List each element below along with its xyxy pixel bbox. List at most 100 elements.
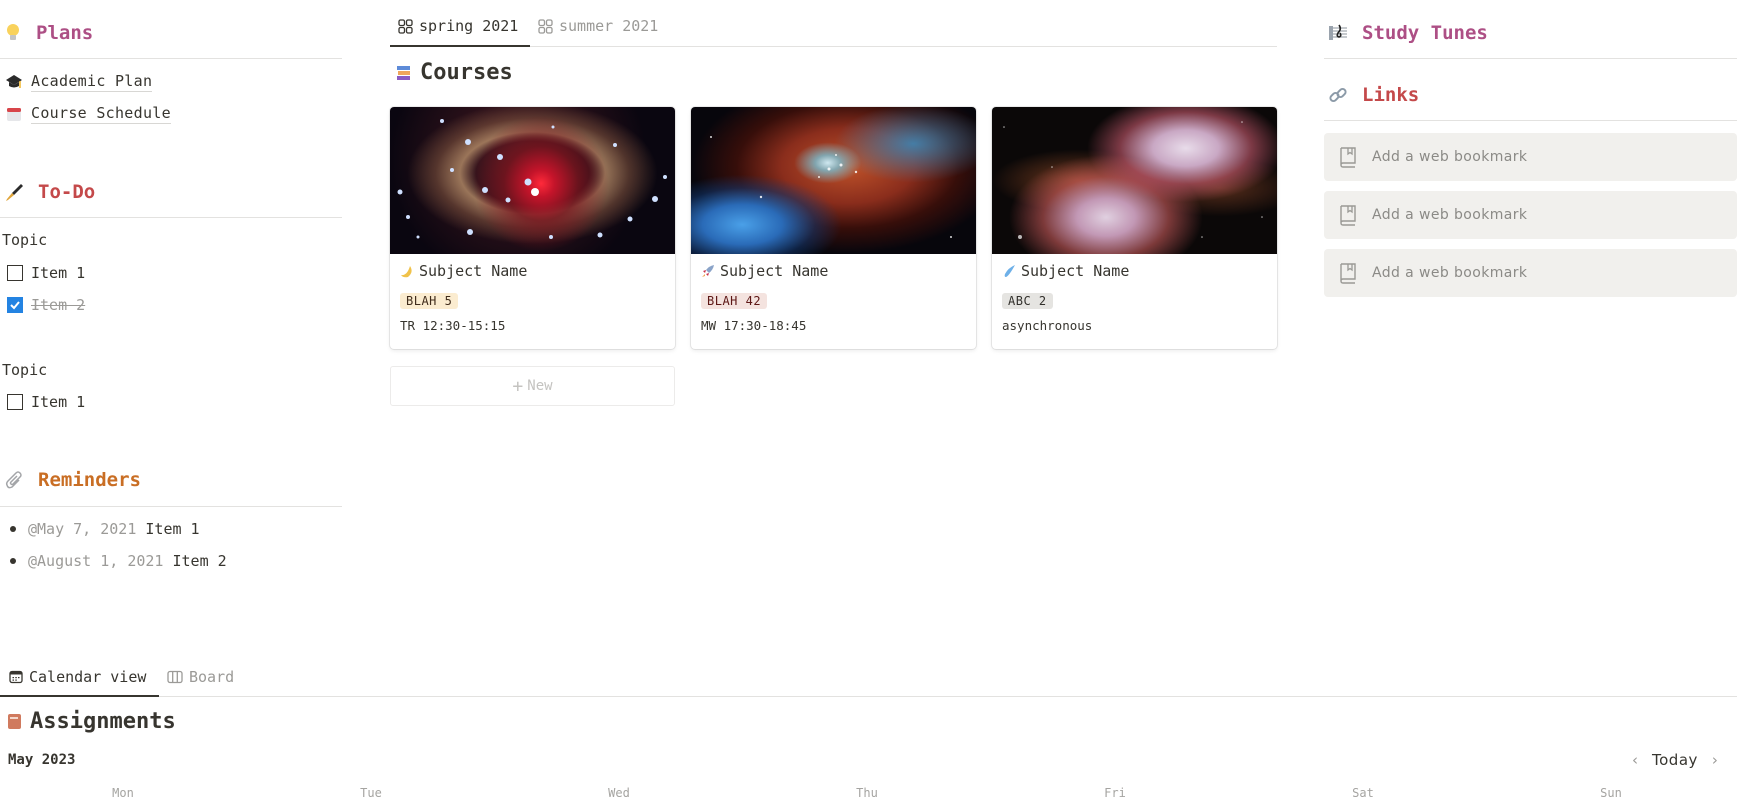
bookmark-label: Add a web bookmark	[1372, 207, 1528, 223]
link-icon	[1329, 87, 1347, 103]
todo-item-label: Item 1	[31, 264, 86, 282]
todo-topic-1: Topic	[2, 231, 48, 249]
reminder-label: Item 1	[145, 520, 200, 538]
tab-label: Board	[189, 668, 235, 686]
cover-image-v838-monocerotis	[390, 107, 675, 254]
links-divider	[1324, 120, 1737, 121]
links-title: Links	[1362, 84, 1420, 106]
tab-label: summer 2021	[559, 17, 659, 35]
study-tunes-heading[interactable]: Study Tunes	[1328, 22, 1488, 44]
weekday-label: Tue	[360, 786, 382, 800]
star-field	[1003, 121, 1263, 239]
assignments-tabs-divider	[0, 696, 1737, 697]
add-web-bookmark-button[interactable]: Add a web bookmark	[1324, 133, 1737, 181]
tab-calendar-view[interactable]: Calendar view	[9, 668, 146, 686]
plans-title: Plans	[36, 22, 94, 44]
reminder-label: Item 2	[172, 552, 227, 570]
course-code-badge: ABC 2	[1002, 293, 1053, 309]
book-bookmark-icon	[1340, 263, 1356, 284]
todo-item[interactable]: Item 1	[7, 393, 85, 411]
course-card[interactable]: Subject Name BLAH 5 TR 12:30-15:15	[390, 107, 675, 349]
plans-heading: Plans	[4, 22, 93, 44]
musical-score-icon	[1329, 24, 1347, 40]
academic-plan-label[interactable]: Academic Plan	[31, 72, 153, 92]
add-web-bookmark-button[interactable]: Add a web bookmark	[1324, 191, 1737, 239]
add-web-bookmark-button[interactable]: Add a web bookmark	[1324, 249, 1737, 297]
plans-divider	[0, 58, 342, 59]
course-schedule: asynchronous	[1002, 318, 1093, 333]
fountain-pen-icon	[6, 184, 23, 201]
reminders-heading: Reminders	[4, 469, 141, 491]
assignments-heading: Assignments	[7, 709, 176, 734]
todo-item[interactable]: Item 1	[7, 264, 85, 282]
plus-icon: +	[512, 375, 524, 397]
card-title: Subject Name	[1002, 262, 1129, 280]
todo-checkbox[interactable]	[7, 394, 23, 410]
link-academic-plan[interactable]: Academic Plan	[5, 72, 153, 92]
course-schedule: TR 12:30-15:15	[400, 318, 506, 333]
graduation-cap-icon	[6, 75, 22, 88]
book-bookmark-icon	[1340, 147, 1356, 168]
reminder-item: @May 7, 2021 Item 1	[10, 520, 200, 538]
gallery-icon	[398, 18, 413, 34]
star-field	[397, 119, 667, 239]
chevron-right-icon[interactable]: ›	[1712, 751, 1718, 769]
course-schedule: MW 17:30-18:45	[701, 318, 807, 333]
study-tunes-title: Study Tunes	[1362, 22, 1488, 44]
todo-item-label: Item 2	[31, 296, 86, 314]
bookmark-label: Add a web bookmark	[1372, 149, 1528, 165]
courses-title: Courses	[420, 60, 513, 85]
tab-spring-2021[interactable]: spring 2021	[398, 17, 518, 35]
todo-topic-2: Topic	[2, 361, 48, 379]
comet-icon	[1004, 265, 1015, 277]
todo-divider	[0, 217, 342, 218]
calendar-month: May 2023	[8, 752, 76, 768]
todo-title: To-Do	[38, 181, 96, 203]
checkmark-icon	[10, 301, 20, 310]
reminder-date[interactable]: @May 7, 2021	[28, 520, 136, 538]
tab-label: Calendar view	[29, 668, 147, 686]
bullet	[10, 558, 16, 564]
course-schedule-label[interactable]: Course Schedule	[31, 104, 171, 124]
reminders-title: Reminders	[38, 469, 141, 491]
course-card[interactable]: Subject Name ABC 2 asynchronous	[992, 107, 1277, 349]
books-icon	[397, 65, 410, 80]
today-button[interactable]: Today	[1652, 751, 1698, 769]
star-field	[710, 136, 952, 238]
reminder-date[interactable]: @August 1, 2021	[28, 552, 163, 570]
gallery-icon	[538, 18, 553, 34]
course-card[interactable]: Subject Name BLAH 42 MW 17:30-18:45	[691, 107, 976, 349]
todo-item[interactable]: Item 2	[7, 296, 85, 314]
lightbulb-icon	[7, 24, 19, 40]
closed-book-icon	[8, 714, 21, 729]
todo-checkbox[interactable]	[7, 265, 23, 281]
weekday-label: Wed	[608, 786, 630, 800]
active-tab-underline	[0, 695, 159, 697]
cover-image-cosmic-reef	[691, 107, 976, 254]
weekday-label: Thu	[856, 786, 878, 800]
new-label: New	[527, 378, 553, 394]
tab-board[interactable]: Board	[167, 668, 234, 686]
calendar-nav: ‹ Today ›	[1632, 751, 1718, 769]
reminder-item: @August 1, 2021 Item 2	[10, 552, 227, 570]
card-title: Subject Name	[701, 262, 828, 280]
cover-image-butterfly-nebula	[992, 107, 1277, 254]
reminders-divider	[0, 506, 342, 507]
weekday-label: Sun	[1600, 786, 1622, 800]
todo-checkbox-checked[interactable]	[7, 297, 23, 313]
todo-item-label: Item 1	[31, 393, 86, 411]
courses-heading: Courses	[396, 60, 513, 85]
tab-summer-2021[interactable]: summer 2021	[538, 17, 658, 35]
todo-heading: To-Do	[4, 181, 95, 203]
weekday-label: Fri	[1104, 786, 1126, 800]
chevron-left-icon[interactable]: ‹	[1632, 751, 1638, 769]
new-course-button[interactable]: + New	[390, 366, 675, 406]
bookmark-label: Add a web bookmark	[1372, 265, 1528, 281]
links-heading: Links	[1328, 84, 1419, 106]
link-course-schedule[interactable]: Course Schedule	[5, 104, 171, 124]
course-code-badge: BLAH 42	[701, 293, 768, 309]
assignments-title: Assignments	[30, 709, 176, 734]
rocket-icon	[702, 265, 714, 277]
paperclip-icon	[5, 471, 22, 489]
calendar-icon	[7, 108, 21, 121]
